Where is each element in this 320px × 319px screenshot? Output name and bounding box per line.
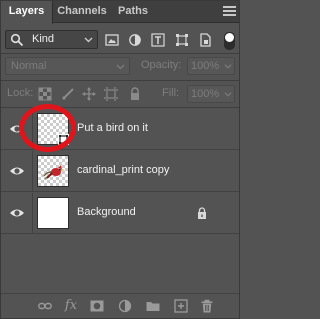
opacity-label: Opacity: <box>141 59 182 71</box>
lock-icon <box>198 207 206 219</box>
lock-image-pixels-icon[interactable] <box>61 87 75 101</box>
new-layer-icon[interactable] <box>174 299 188 313</box>
layer-name[interactable]: cardinal_print copy <box>77 164 169 176</box>
filter-kind-select[interactable]: Kind <box>5 30 98 49</box>
layers-panel: Layers Channels Paths Kind Normal Opacit… <box>0 0 240 319</box>
layer-thumbnail[interactable] <box>37 197 69 229</box>
layer-row-background[interactable]: Background <box>1 193 239 234</box>
divider <box>1 80 239 81</box>
panel-bottom-bar: fx <box>1 293 239 318</box>
layer-row-cardinal-print-copy[interactable]: cardinal_print copy <box>1 151 239 192</box>
layer-name[interactable]: Put a bird on it <box>77 122 148 134</box>
fill-value: 100% <box>191 88 220 100</box>
fx-icon[interactable]: fx <box>64 299 78 313</box>
search-icon <box>10 33 24 47</box>
chevron-down-icon <box>116 64 125 70</box>
lock-all-icon[interactable] <box>128 87 142 101</box>
row-separator <box>32 151 33 192</box>
add-mask-icon[interactable] <box>90 299 104 313</box>
filter-kind-label: Kind <box>32 33 55 45</box>
tab-channels-label: Channels <box>57 5 107 17</box>
eye-icon[interactable] <box>9 165 25 177</box>
fill-label: Fill: <box>162 87 180 99</box>
lock-label: Lock: <box>7 87 34 99</box>
chevron-down-icon <box>224 64 232 69</box>
row-separator <box>32 193 33 234</box>
blend-mode-value: Normal <box>11 60 47 72</box>
chevron-down-icon <box>224 92 232 97</box>
adjustment-filter-icon[interactable] <box>128 33 142 47</box>
layer-name[interactable]: Background <box>77 206 136 218</box>
adjustment-layer-icon[interactable] <box>118 299 132 313</box>
panel-menu-icon[interactable] <box>223 6 236 18</box>
panel-tab-bar: Layers Channels Paths <box>1 1 239 24</box>
fill-input[interactable]: 100% <box>187 85 235 103</box>
layer-thumbnail[interactable] <box>37 155 69 187</box>
filter-toggle-switch[interactable] <box>224 32 235 50</box>
opacity-input[interactable]: 100% <box>187 57 235 75</box>
blend-mode-select[interactable]: Normal <box>5 57 130 75</box>
cardinal-bird-image <box>43 165 65 180</box>
blend-row: Normal Opacity: 100% <box>1 56 239 78</box>
smart-object-filter-icon[interactable] <box>198 33 212 47</box>
link-layers-icon[interactable] <box>38 299 52 313</box>
layer-filter-row: Kind <box>1 29 239 51</box>
shape-filter-icon[interactable] <box>175 33 189 47</box>
lock-transparent-pixels-icon[interactable] <box>38 87 52 101</box>
lock-position-icon[interactable] <box>82 87 96 101</box>
highlight-circle-annotation <box>19 104 76 152</box>
delete-icon[interactable] <box>200 299 214 313</box>
tab-layers[interactable]: Layers <box>1 1 53 24</box>
lock-row: Lock: Fill: 100% <box>1 83 239 105</box>
lock-artboard-icon[interactable] <box>104 87 118 101</box>
tab-paths-label: Paths <box>118 5 148 17</box>
tab-channels[interactable]: Channels <box>53 1 111 23</box>
type-filter-icon[interactable] <box>151 33 165 47</box>
tab-layers-label: Layers <box>8 5 45 17</box>
eye-icon[interactable] <box>9 207 25 219</box>
pixel-filter-icon[interactable] <box>105 33 119 47</box>
tab-paths[interactable]: Paths <box>111 1 155 23</box>
new-group-icon[interactable] <box>146 299 160 313</box>
chevron-down-icon <box>84 37 93 43</box>
divider <box>1 53 239 54</box>
opacity-value: 100% <box>191 60 220 72</box>
